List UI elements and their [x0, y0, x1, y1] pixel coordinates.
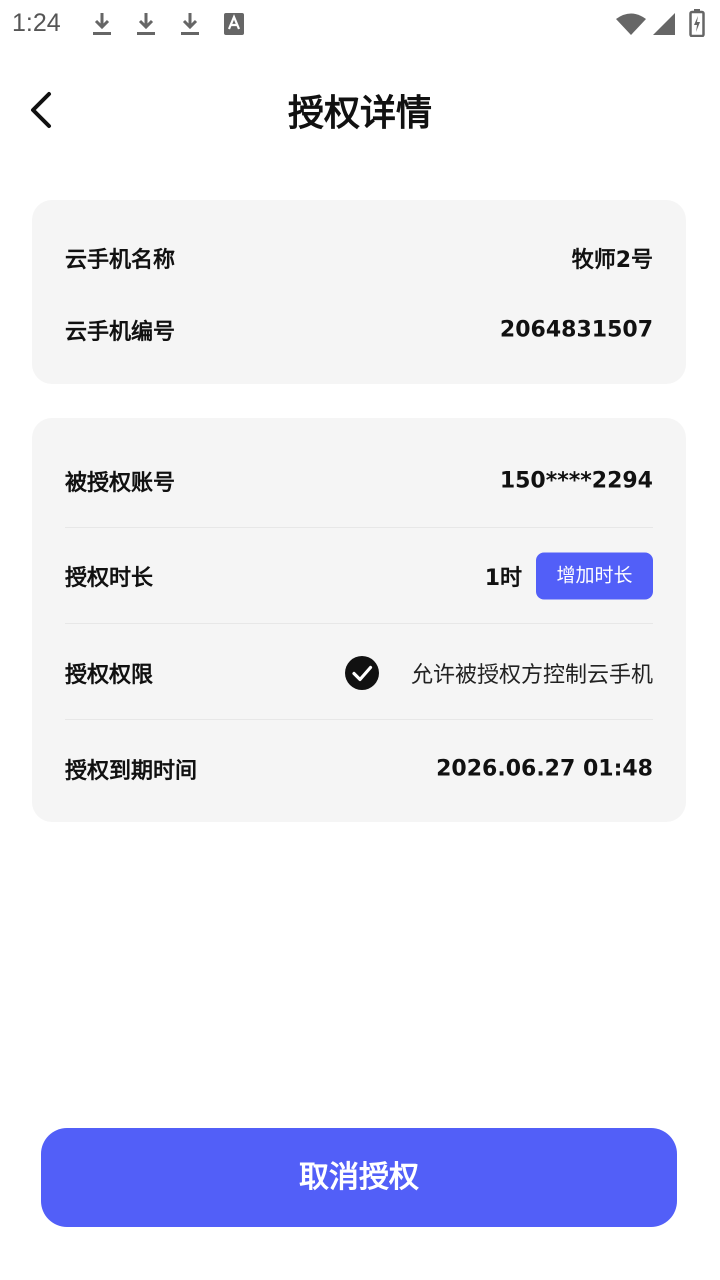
divider — [65, 719, 653, 720]
account-value: 150****2294 — [499, 468, 653, 494]
checkmark-circle-icon[interactable] — [345, 656, 379, 690]
status-time: 1:24 — [12, 9, 61, 37]
nav-bar: 授权详情 — [0, 60, 720, 160]
expiry-value: 2026.06.27 01:48 — [436, 756, 653, 782]
expiry-row: 授权到期时间 2026.06.27 01:48 — [65, 744, 653, 794]
wifi-icon — [616, 13, 646, 35]
battery-icon — [689, 9, 705, 37]
device-info-card: 云手机名称 牧师2号 云手机编号 2064831507 — [32, 200, 686, 384]
page-title: 授权详情 — [287, 93, 432, 134]
device-id-label: 云手机编号 — [65, 320, 176, 345]
device-name-value: 牧师2号 — [571, 248, 653, 273]
signal-icon — [653, 13, 675, 35]
device-id-value: 2064831507 — [499, 317, 653, 343]
account-row: 被授权账号 150****2294 — [65, 456, 653, 506]
divider — [65, 623, 653, 624]
font-a-icon — [224, 13, 244, 35]
status-bar: 1:24 — [0, 0, 720, 50]
device-id-row: 云手机编号 2064831507 — [65, 305, 653, 355]
expiry-label: 授权到期时间 — [65, 759, 198, 784]
cancel-authorization-button[interactable]: 取消授权 — [41, 1128, 677, 1227]
account-label: 被授权账号 — [65, 471, 176, 496]
download-icon — [137, 13, 155, 35]
add-duration-button[interactable]: 增加时长 — [536, 552, 653, 600]
download-icon — [181, 13, 199, 35]
permission-row: 授权权限 允许被授权方控制云手机 — [65, 648, 653, 698]
duration-label: 授权时长 — [65, 566, 154, 591]
authorization-card: 被授权账号 150****2294 授权时长 1时 增加时长 授权权限 允许被授… — [32, 418, 686, 822]
divider — [65, 527, 653, 528]
duration-row: 授权时长 1时 增加时长 — [65, 551, 653, 601]
device-name-label: 云手机名称 — [65, 248, 176, 273]
device-name-row: 云手机名称 牧师2号 — [65, 233, 653, 283]
duration-value: 1时 — [484, 566, 522, 591]
permission-label: 授权权限 — [65, 663, 154, 688]
download-icon — [93, 13, 111, 35]
permission-value: 允许被授权方控制云手机 — [410, 663, 653, 688]
